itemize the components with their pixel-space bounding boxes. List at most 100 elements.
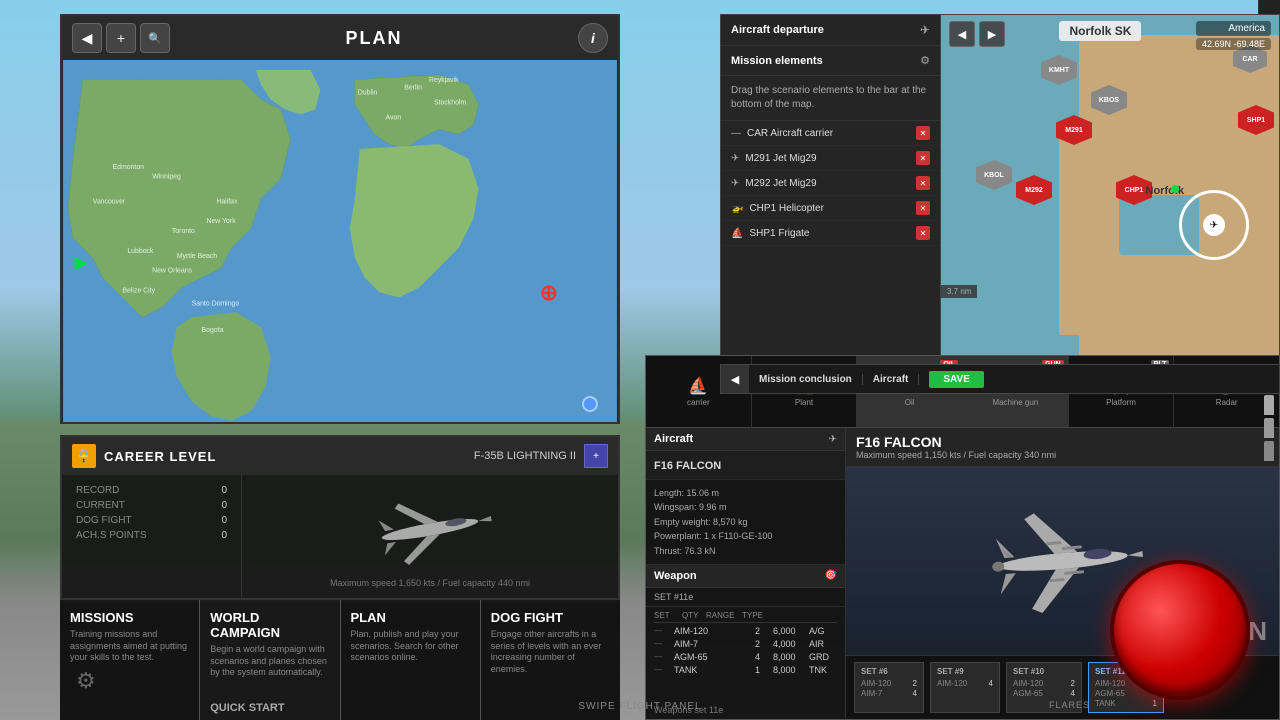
career-content: RECORD 0 CURRENT 0 DOG FIGHT 0 ACH.S POI…	[62, 475, 618, 598]
norfolk-coords: 42.69N -69.48E	[1196, 38, 1271, 50]
hex-kmht[interactable]: KMHT	[1041, 55, 1077, 85]
svg-text:Toronto: Toronto	[172, 228, 195, 235]
plan-add-button[interactable]: +	[106, 23, 136, 53]
career-plane-desc: Maximum speed 1,650 kts / Fuel capacity …	[330, 578, 530, 588]
location-dot	[582, 396, 598, 412]
m291-icon: ✈	[731, 153, 739, 164]
m292-remove-button[interactable]: ✕	[916, 176, 930, 190]
stat-record: RECORD 0	[76, 485, 227, 496]
aircraft-info: Length: 15.06 m Wingspan: 9.96 m Empty w…	[646, 480, 845, 565]
departure-icon: ✈	[920, 23, 930, 37]
mb-save-button[interactable]: SAVE	[929, 371, 984, 388]
elements-desc: Drag the scenario elements to the bar at…	[721, 76, 940, 121]
elements-icon: ⚙	[920, 54, 930, 67]
carrier-tool-label: carrier	[687, 398, 710, 407]
weapon-row-agm65: — AGM-65 4 8,000 GRD	[654, 652, 837, 662]
carrier-tool-icon: ⛵	[688, 376, 708, 396]
departure-section: Aircraft departure ✈	[721, 15, 940, 46]
set6-row2: AIM-74	[861, 689, 917, 698]
m291-remove-button[interactable]: ✕	[916, 151, 930, 165]
career-plane-view: Maximum speed 1,650 kts / Fuel capacity …	[242, 475, 618, 598]
aircraft-weight: Empty weight: 8,570 kg	[654, 515, 837, 529]
weapon-table-header: SET QTY RANGE TYPE	[654, 611, 837, 623]
svg-text:New Orleans: New Orleans	[152, 268, 192, 275]
norfolk-header: ◀ ▶ Norfolk SK America 42.69N -69.48E	[941, 15, 1279, 56]
weapon-row-aim120: — AIM-120 2 6,000 A/G	[654, 626, 837, 636]
svg-text:New York: New York	[206, 218, 236, 225]
world-campaign-menu-item[interactable]: WORLD CAMPAIGN Begin a world campaign wi…	[200, 600, 340, 720]
shp1-remove-button[interactable]: ✕	[916, 226, 930, 240]
norfolk-location-label: Norfolk SK	[1059, 21, 1141, 41]
career-plane-label: F-35B LIGHTNING II	[474, 450, 576, 462]
green-waypoint-dot	[1171, 185, 1179, 193]
plan-search-button[interactable]: 🔍	[140, 23, 170, 53]
career-panel: 🔒 CAREER LEVEL F-35B LIGHTNING II + RECO…	[60, 435, 620, 600]
car-label: CAR Aircraft carrier	[747, 128, 910, 139]
svg-text:▶: ▶	[74, 255, 88, 272]
mb-back-button[interactable]: ◀	[721, 365, 749, 393]
hex-m292[interactable]: M292	[1016, 175, 1052, 205]
weapon-section-title: Weapon	[654, 570, 697, 582]
career-stats: RECORD 0 CURRENT 0 DOG FIGHT 0 ACH.S POI…	[62, 475, 242, 598]
aircraft-wingspan: Wingspan: 9.96 m	[654, 500, 837, 514]
oil-tool-label: Oil	[905, 398, 915, 407]
norfolk-panel: Aircraft departure ✈ Mission elements ⚙ …	[720, 14, 1280, 364]
elements-label: Mission elements	[731, 55, 823, 67]
mission-sidebar: Aircraft departure ✈ Mission elements ⚙ …	[721, 15, 941, 363]
plan-map[interactable]: Vancouver Edmonton Winnipeg Halifax New …	[62, 60, 618, 422]
weapon-set-label: SET #11e	[646, 588, 845, 607]
car-icon: —	[731, 128, 741, 139]
set10-row1: AIM-1202	[1013, 679, 1075, 688]
svg-text:Belize City: Belize City	[122, 287, 155, 294]
car-remove-button[interactable]: ✕	[916, 126, 930, 140]
world-campaign-title: WORLD CAMPAIGN	[210, 610, 329, 640]
aircraft-specs-panel: Aircraft ✈ F16 FALCON Length: 15.06 m Wi…	[646, 428, 846, 719]
svg-text:Edmonton: Edmonton	[113, 164, 145, 171]
mission-element-shp1: ⛵ SHP1 Frigate ✕	[721, 221, 940, 246]
chp1-icon: 🚁	[731, 203, 743, 214]
norfolk-map[interactable]: ◀ ▶ Norfolk SK America 42.69N -69.48E KM…	[941, 15, 1279, 363]
weapon-section-header: Weapon 🎯	[646, 565, 845, 588]
hex-kbol[interactable]: KBOL	[976, 160, 1012, 190]
plan-info-button[interactable]: i	[578, 23, 608, 53]
weapon-row-aim7: — AIM-7 2 4,000 AIR	[654, 639, 837, 649]
norfolk-back-button[interactable]: ◀	[949, 21, 975, 47]
norfolk-forward-button[interactable]: ▶	[979, 21, 1005, 47]
gun-tool-label: Machine gun	[992, 398, 1038, 407]
target-circle: ✈	[1179, 190, 1249, 260]
missions-title: MISSIONS	[70, 610, 189, 625]
aircraft-section-header: Aircraft ✈	[646, 428, 845, 451]
career-expand-button[interactable]: +	[584, 444, 608, 468]
svg-text:Stockholm: Stockholm	[434, 100, 466, 107]
mission-element-car: — CAR Aircraft carrier ✕	[721, 121, 940, 146]
career-title: CAREER LEVEL	[104, 449, 216, 464]
ammo-round-1	[1264, 395, 1274, 415]
mb-conclusion-label: Mission conclusion	[749, 374, 863, 385]
svg-text:Halifax: Halifax	[216, 198, 238, 205]
dogfight-title: DOG FIGHT	[491, 610, 610, 625]
weapon-set-card-6[interactable]: SET #6 AIM-1202 AIM-74	[854, 662, 924, 713]
chp1-remove-button[interactable]: ✕	[916, 201, 930, 215]
world-map-svg: Vancouver Edmonton Winnipeg Halifax New …	[62, 60, 618, 422]
red-action-button[interactable]	[1110, 560, 1250, 700]
aircraft-length: Length: 15.06 m	[654, 486, 837, 500]
weapon-set-card-9[interactable]: SET #9 AIM-1204	[930, 662, 1000, 713]
settings-gear-icon[interactable]: ⚙	[76, 668, 96, 694]
set10-row2: AGM-654	[1013, 689, 1075, 698]
svg-text:Winnipeg: Winnipeg	[152, 174, 181, 181]
quick-start-label[interactable]: QUICK START	[210, 702, 329, 714]
stat-current: CURRENT 0	[76, 500, 227, 511]
plan-menu-desc: Plan, publish and play your scenarios. S…	[351, 629, 470, 714]
svg-text:Berlin: Berlin	[404, 85, 422, 92]
aircraft-thrust: Thrust: 76.3 kN	[654, 544, 837, 558]
svg-text:Vancouver: Vancouver	[93, 198, 126, 205]
plan-panel: ◀ + 🔍 PLAN i	[60, 14, 620, 424]
missions-menu-item[interactable]: MISSIONS Training missions and assignmen…	[60, 600, 200, 720]
flares-label: FLARES	[1049, 700, 1090, 710]
plan-menu-item[interactable]: PLAN Plan, publish and play your scenari…	[341, 600, 481, 720]
svg-text:Avon: Avon	[385, 114, 401, 121]
stat-dogfight: DOG FIGHT 0	[76, 515, 227, 526]
plan-header: ◀ + 🔍 PLAN i	[62, 16, 618, 60]
shp1-icon: ⛵	[731, 228, 743, 239]
plan-back-button[interactable]: ◀	[72, 23, 102, 53]
